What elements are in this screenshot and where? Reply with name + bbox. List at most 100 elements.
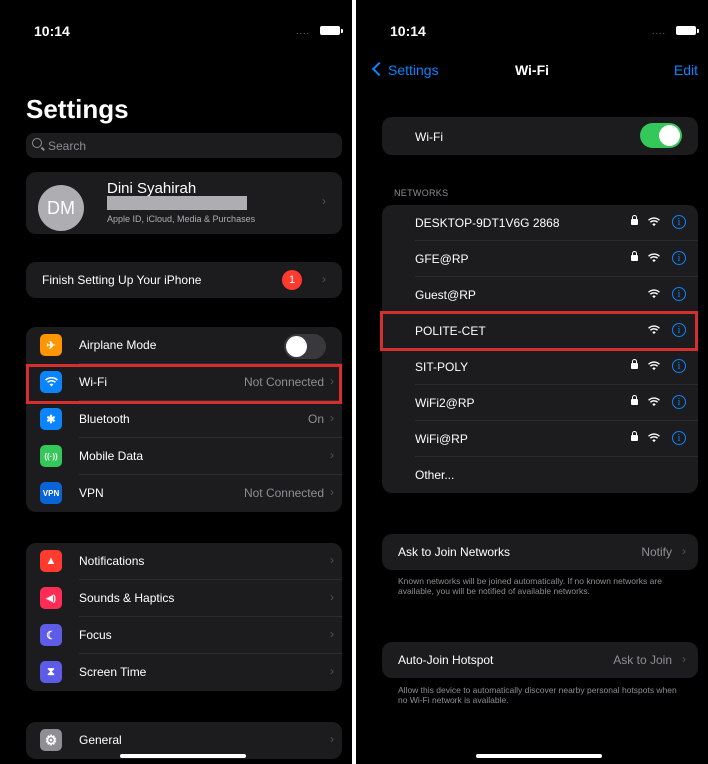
row-label: Mobile Data [79,449,144,463]
network-row[interactable]: WiFi2@RP i [382,385,698,421]
row-label: Sounds & Haptics [79,591,175,605]
settings-row-focus[interactable]: ☾ Focus › [26,617,342,654]
row-label: General [79,733,122,747]
auto-join-label: Auto-Join Hotspot [398,653,494,667]
apple-id-profile[interactable]: DM Dini Syahirah Apple ID, iCloud, Media… [26,172,342,234]
row-value: On [307,412,324,426]
network-row[interactable]: GFE@RP i [382,241,698,277]
wifi-toggle-label: Wi-Fi [415,130,443,144]
chevron-right-icon: › [322,194,326,208]
settings-row-notifications[interactable]: ▲ Notifications › [26,543,342,580]
lock-icon [631,215,638,225]
settings-row-vpn[interactable]: VPN VPN Not Connected › [26,475,342,512]
wifi-toggle-row: Wi-Fi [382,117,698,155]
ask-to-join-note: Known networks will be joined automatica… [398,576,662,596]
navigation-bar: Settings Wi-Fi Edit [356,60,708,82]
network-name: WiFi@RP [415,432,468,446]
signal-icon: .... [295,26,310,36]
battery-icon [676,26,699,35]
search-icon [32,138,42,148]
chevron-right-icon: › [330,664,334,678]
network-name: WiFi2@RP [415,396,475,410]
network-name: SIT-POLY [415,360,469,374]
network-name: Guest@RP [415,288,476,302]
wifi-signal-icon [648,361,660,371]
info-icon[interactable]: i [672,287,686,301]
notifications-group: ▲ Notifications › ◀) Sounds & Haptics › … [26,543,342,691]
polite-cet-highlight [380,311,698,351]
profile-name: Dini Syahirah [107,180,197,197]
connectivity-group: ✈ Airplane Mode Wi-Fi Not Connected › ✱ … [26,327,342,512]
info-icon[interactable]: i [672,359,686,373]
moon-icon: ☾ [40,624,62,646]
info-icon[interactable]: i [672,395,686,409]
lock-icon [631,359,638,369]
row-label: Bluetooth [79,412,130,426]
edit-button[interactable]: Edit [674,62,698,78]
chevron-right-icon: › [330,411,334,425]
search-input[interactable]: Search [26,133,342,158]
chevron-right-icon: › [330,627,334,641]
info-icon[interactable]: i [672,431,686,445]
lock-icon [631,431,638,441]
info-icon[interactable]: i [672,215,686,229]
chevron-right-icon: › [330,448,334,462]
network-row[interactable]: SIT-POLY i [382,349,698,385]
status-bar: 10:14 .... [356,22,708,42]
battery-icon [320,26,343,35]
chevron-right-icon: › [330,732,334,746]
airplane-icon: ✈ [40,334,62,356]
row-label: Screen Time [79,665,147,679]
notification-badge: 1 [282,270,302,290]
network-name: GFE@RP [415,252,469,266]
page-title: Settings [26,94,129,124]
chevron-right-icon: › [322,272,326,286]
lock-icon [631,395,638,405]
network-row[interactable]: WiFi@RP i [382,421,698,457]
wifi-toggle[interactable] [640,123,682,148]
chevron-right-icon: › [330,553,334,567]
profile-subtitle: Apple ID, iCloud, Media & Purchases [107,214,256,224]
finish-setup-row[interactable]: Finish Setting Up Your iPhone 1 › [26,262,342,298]
avatar: DM [38,185,84,231]
wifi-signal-icon [648,397,660,407]
settings-row-screen-time[interactable]: ⧗ Screen Time › [26,654,342,691]
vpn-icon: VPN [40,482,62,504]
auto-join-hotspot-row[interactable]: Auto-Join Hotspot Ask to Join › [382,642,698,678]
bluetooth-icon: ✱ [40,408,62,430]
settings-screen: 10:14 .... Settings Search DM Dini Syahi… [0,0,352,764]
settings-row-mobile-data[interactable]: ((·)) Mobile Data › [26,438,342,475]
network-row[interactable]: Guest@RP i [382,277,698,313]
signal-icon: .... [651,26,666,36]
wifi-row-highlight [26,364,342,404]
page-title: Wi-Fi [514,62,550,78]
lock-icon [631,251,638,261]
ask-to-join-row[interactable]: Ask to Join Networks Notify › [382,534,698,570]
network-row[interactable]: DESKTOP-9DT1V6G 2868 i [382,205,698,241]
networks-header: NETWORKS [394,188,449,198]
chevron-right-icon: › [330,590,334,604]
wifi-signal-icon [648,217,660,227]
airplane-mode-toggle[interactable] [284,334,326,359]
auto-join-value: Ask to Join [613,653,672,667]
row-label: Airplane Mode [79,338,157,352]
settings-row-bluetooth[interactable]: ✱ Bluetooth On › [26,401,342,438]
home-indicator [120,754,246,758]
finish-setup-label: Finish Setting Up Your iPhone [42,273,202,287]
network-row-other[interactable]: Other... [382,457,698,493]
settings-row-sounds[interactable]: ◀) Sounds & Haptics › [26,580,342,617]
wifi-signal-icon [648,289,660,299]
gear-icon: ⚙ [40,729,62,751]
chevron-right-icon: › [330,485,334,499]
home-indicator [476,754,602,758]
settings-row-airplane-mode[interactable]: ✈ Airplane Mode [26,327,342,364]
wifi-screen: 10:14 .... Settings Wi-Fi Edit Wi-Fi NET… [356,0,708,764]
antenna-icon: ((·)) [40,445,62,467]
row-label: Notifications [79,554,145,568]
hourglass-icon: ⧗ [40,661,62,683]
speaker-icon: ◀) [40,587,62,609]
row-value: Not Connected [243,486,324,500]
status-bar: 10:14 .... [0,22,352,42]
redacted-bar [107,196,247,210]
info-icon[interactable]: i [672,251,686,265]
